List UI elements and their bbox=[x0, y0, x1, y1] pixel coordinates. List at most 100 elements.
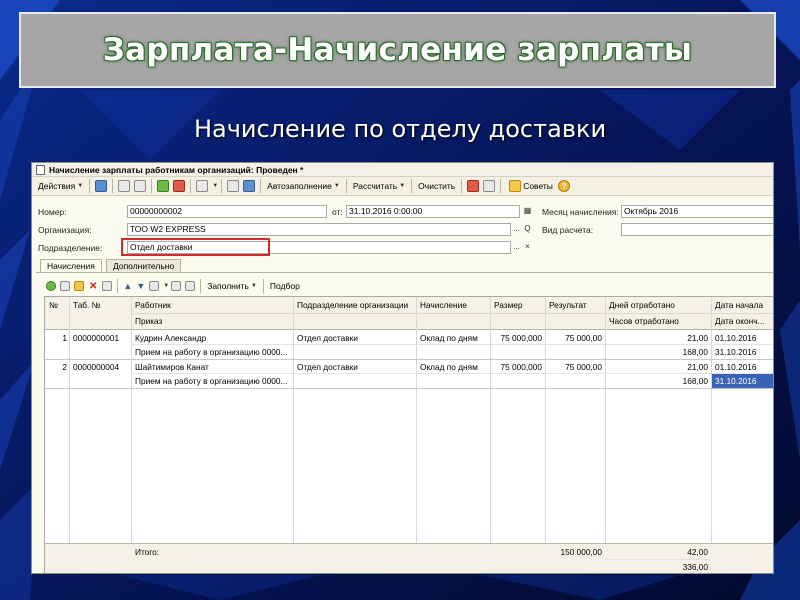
row-date-end[interactable]: 31.10.2016 bbox=[715, 345, 757, 359]
row-size[interactable]: 75 000,000 bbox=[490, 331, 542, 345]
sort-asc-icon[interactable] bbox=[171, 281, 182, 291]
movements-icon[interactable] bbox=[467, 180, 480, 192]
row-department[interactable]: Отдел доставки bbox=[297, 360, 358, 374]
header-tab-num[interactable]: Таб. № bbox=[73, 298, 101, 312]
tips-label: Советы bbox=[523, 181, 553, 191]
slide-title-banner: Зарплата-Начисление зарплаты bbox=[19, 12, 776, 88]
row-date-start[interactable]: 01.10.2016 bbox=[715, 331, 757, 345]
print-icon[interactable] bbox=[483, 180, 496, 192]
row-num[interactable]: 2 bbox=[45, 360, 67, 374]
row-hours-worked[interactable]: 168,00 bbox=[605, 345, 708, 359]
header-department[interactable]: Подразделение организации bbox=[297, 298, 408, 312]
tab-divider bbox=[36, 272, 773, 273]
toolbar-separator bbox=[221, 179, 223, 193]
pick-button[interactable]: Подбор bbox=[267, 279, 303, 294]
chevron-down-icon[interactable]: ▼ bbox=[212, 183, 218, 189]
header-num[interactable]: № bbox=[49, 298, 58, 312]
organization-field[interactable]: ТОО W2 EXPRESS bbox=[127, 223, 511, 236]
delete-row-icon[interactable]: ✕ bbox=[89, 281, 97, 292]
clear-label: Очистить bbox=[418, 181, 456, 191]
row-days-worked[interactable]: 21,00 bbox=[605, 360, 708, 374]
move-up-icon[interactable]: ▲ bbox=[123, 281, 132, 291]
row-tab-num[interactable]: 0000000004 bbox=[73, 360, 119, 374]
clear-field-icon[interactable]: × bbox=[522, 241, 533, 254]
toolbar-separator bbox=[200, 279, 202, 293]
row-order[interactable]: Прием на работу в организацию 0000... bbox=[135, 345, 291, 359]
toolbar-separator bbox=[112, 179, 114, 193]
highlight-frame bbox=[121, 238, 270, 256]
actions-menu-button[interactable]: Действия ▼ bbox=[35, 179, 86, 194]
column-line bbox=[711, 297, 712, 573]
totals-hours-worked: 336,00 bbox=[682, 562, 708, 572]
row-size[interactable]: 75 000,000 bbox=[490, 360, 542, 374]
department-label: Подразделение: bbox=[38, 243, 103, 253]
row-order[interactable]: Прием на работу в организацию 0000... bbox=[135, 374, 291, 388]
number-field[interactable]: 00000000002 bbox=[127, 205, 327, 218]
header-date-end[interactable]: Дата оконч... bbox=[715, 314, 764, 328]
header-days-worked[interactable]: Дней отработано bbox=[609, 298, 675, 312]
tab-additional[interactable]: Дополнительно bbox=[106, 259, 182, 273]
column-line bbox=[131, 297, 132, 573]
row-employee[interactable]: Кудрин Александр bbox=[135, 331, 291, 345]
tab-accruals[interactable]: Начисления bbox=[40, 259, 102, 273]
actions-label: Действия bbox=[38, 181, 76, 191]
fill-button[interactable]: Заполнить ▼ bbox=[204, 279, 260, 294]
copy-row-icon[interactable] bbox=[60, 281, 70, 291]
slide-title: Зарплата-Начисление зарплаты bbox=[102, 32, 693, 68]
column-line bbox=[416, 297, 417, 573]
autofill-button[interactable]: Автозаполнение ▼ bbox=[264, 179, 343, 194]
unpost-icon[interactable] bbox=[173, 180, 186, 192]
header-hours-worked[interactable]: Часов отработано bbox=[609, 314, 679, 328]
row-result[interactable]: 75 000,00 bbox=[545, 360, 602, 374]
sort-desc-icon[interactable] bbox=[185, 281, 196, 291]
help-icon[interactable]: ? bbox=[557, 180, 570, 192]
month-field[interactable]: Октябрь 2016 bbox=[621, 205, 773, 218]
toolbar-separator bbox=[151, 179, 153, 193]
row-num[interactable]: 1 bbox=[45, 331, 67, 345]
header-employee[interactable]: Работник bbox=[135, 298, 171, 312]
copy-icon[interactable] bbox=[134, 180, 147, 192]
row-divider bbox=[131, 373, 773, 374]
row-days-worked[interactable]: 21,00 bbox=[605, 331, 708, 345]
search-icon[interactable]: Q bbox=[522, 223, 533, 236]
find-icon[interactable] bbox=[149, 281, 160, 291]
save-icon[interactable] bbox=[118, 180, 131, 192]
row-accrual[interactable]: Оклад по дням bbox=[420, 331, 478, 345]
header-order[interactable]: Приказ bbox=[135, 314, 162, 328]
calendar-icon[interactable]: ▦ bbox=[522, 205, 533, 218]
window-title: Начисление зарплаты работникам организац… bbox=[49, 164, 304, 175]
date-label: от: bbox=[332, 207, 343, 217]
add-row-icon[interactable] bbox=[46, 281, 56, 291]
toolbar-separator bbox=[260, 179, 262, 193]
row-date-start[interactable]: 01.10.2016 bbox=[715, 360, 757, 374]
tips-button[interactable]: Советы bbox=[504, 179, 556, 194]
header-result[interactable]: Результат bbox=[549, 298, 587, 312]
row-employee[interactable]: Шайтимиров Канат bbox=[135, 360, 291, 374]
select-button[interactable]: ... bbox=[511, 223, 522, 236]
edit-row-icon[interactable] bbox=[74, 281, 84, 291]
toolbar-separator bbox=[411, 179, 413, 193]
move-down-icon[interactable]: ▼ bbox=[136, 281, 145, 291]
structure-icon[interactable] bbox=[196, 180, 209, 192]
pick-label: Подбор bbox=[269, 281, 300, 291]
end-edit-icon[interactable] bbox=[102, 281, 113, 291]
chevron-down-icon[interactable]: ▼ bbox=[163, 283, 169, 289]
list-icon[interactable] bbox=[227, 180, 240, 192]
row-hours-worked[interactable]: 168,00 bbox=[605, 374, 708, 388]
row-accrual[interactable]: Оклад по дням bbox=[420, 360, 478, 374]
date-field[interactable]: 31.10.2016 0:00:00 bbox=[346, 205, 520, 218]
calc-type-field[interactable] bbox=[621, 223, 773, 236]
header-size[interactable]: Размер bbox=[494, 298, 523, 312]
calculate-button[interactable]: Рассчитать ▼ bbox=[350, 179, 408, 194]
hierarchy-icon[interactable] bbox=[243, 180, 256, 192]
header-accrual[interactable]: Начисление bbox=[420, 298, 467, 312]
row-date-end-selected[interactable]: 31.10.2016 bbox=[712, 374, 773, 388]
header-date-start[interactable]: Дата начала bbox=[715, 298, 763, 312]
post-and-close-icon[interactable] bbox=[95, 180, 108, 192]
post-icon[interactable] bbox=[157, 180, 170, 192]
row-tab-num[interactable]: 0000000001 bbox=[73, 331, 119, 345]
row-department[interactable]: Отдел доставки bbox=[297, 331, 358, 345]
clear-button[interactable]: Очистить bbox=[415, 179, 458, 194]
select-button[interactable]: ... bbox=[511, 241, 522, 254]
row-result[interactable]: 75 000,00 bbox=[545, 331, 602, 345]
